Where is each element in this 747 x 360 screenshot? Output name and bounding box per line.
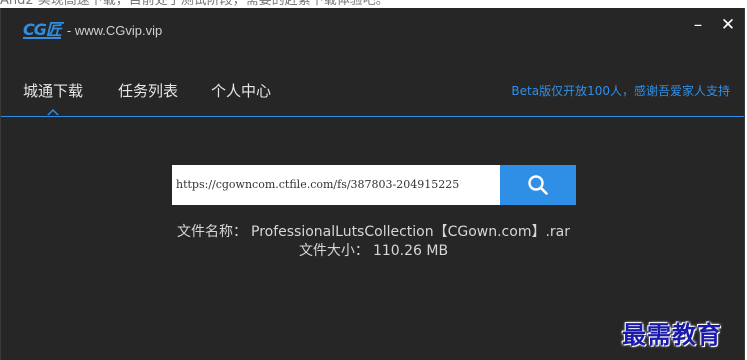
logo-mark: CG匠 bbox=[23, 19, 62, 39]
url-input[interactable] bbox=[172, 165, 500, 205]
active-tab-indicator bbox=[47, 109, 59, 115]
file-size-row: 文件大小： 110.26 MB bbox=[1, 242, 746, 261]
minimize-icon: – bbox=[693, 15, 703, 35]
file-size-label: 文件大小： bbox=[298, 243, 369, 259]
close-icon: ✕ bbox=[720, 15, 736, 35]
search-button[interactable] bbox=[500, 165, 576, 205]
site-name: - www.CGvip.vip bbox=[66, 22, 163, 38]
app-window: CG匠 - www.CGvip.vip – ✕ 城通下载 任务列表 个人中心 B… bbox=[0, 8, 745, 360]
tab-task-list[interactable]: 任务列表 bbox=[118, 80, 178, 101]
page-caption-text: And2 实现高速下载，目前处于测试阶段，需要的赶紧下载体验吧。 bbox=[0, 0, 389, 8]
minimize-button[interactable]: – bbox=[687, 14, 709, 36]
file-name-value: ProfessionalLutsCollection【CGown.com】.ra… bbox=[251, 224, 570, 240]
title-bar: CG匠 - www.CGvip.vip – ✕ bbox=[1, 8, 744, 54]
file-name-row: 文件名称： ProfessionalLutsCollection【CGown.co… bbox=[1, 223, 746, 242]
close-button[interactable]: ✕ bbox=[717, 14, 739, 36]
app-logo: CG匠 - www.CGvip.vip bbox=[23, 21, 162, 39]
search-icon bbox=[528, 175, 548, 195]
url-search-bar bbox=[172, 165, 576, 205]
tab-ctfile-download[interactable]: 城通下载 bbox=[23, 80, 83, 101]
tab-bar: 城通下载 任务列表 个人中心 Beta版仅开放100人，感谢吾爱家人支持 bbox=[1, 72, 744, 117]
file-info: 文件名称： ProfessionalLutsCollection【CGown.co… bbox=[1, 223, 746, 261]
file-size-value: 110.26 MB bbox=[372, 243, 449, 259]
watermark-text: 最需教育 bbox=[622, 320, 722, 349]
tab-user-center[interactable]: 个人中心 bbox=[211, 80, 271, 101]
file-name-label: 文件名称： bbox=[177, 224, 247, 240]
beta-notice: Beta版仅开放100人，感谢吾爱家人支持 bbox=[511, 84, 730, 98]
